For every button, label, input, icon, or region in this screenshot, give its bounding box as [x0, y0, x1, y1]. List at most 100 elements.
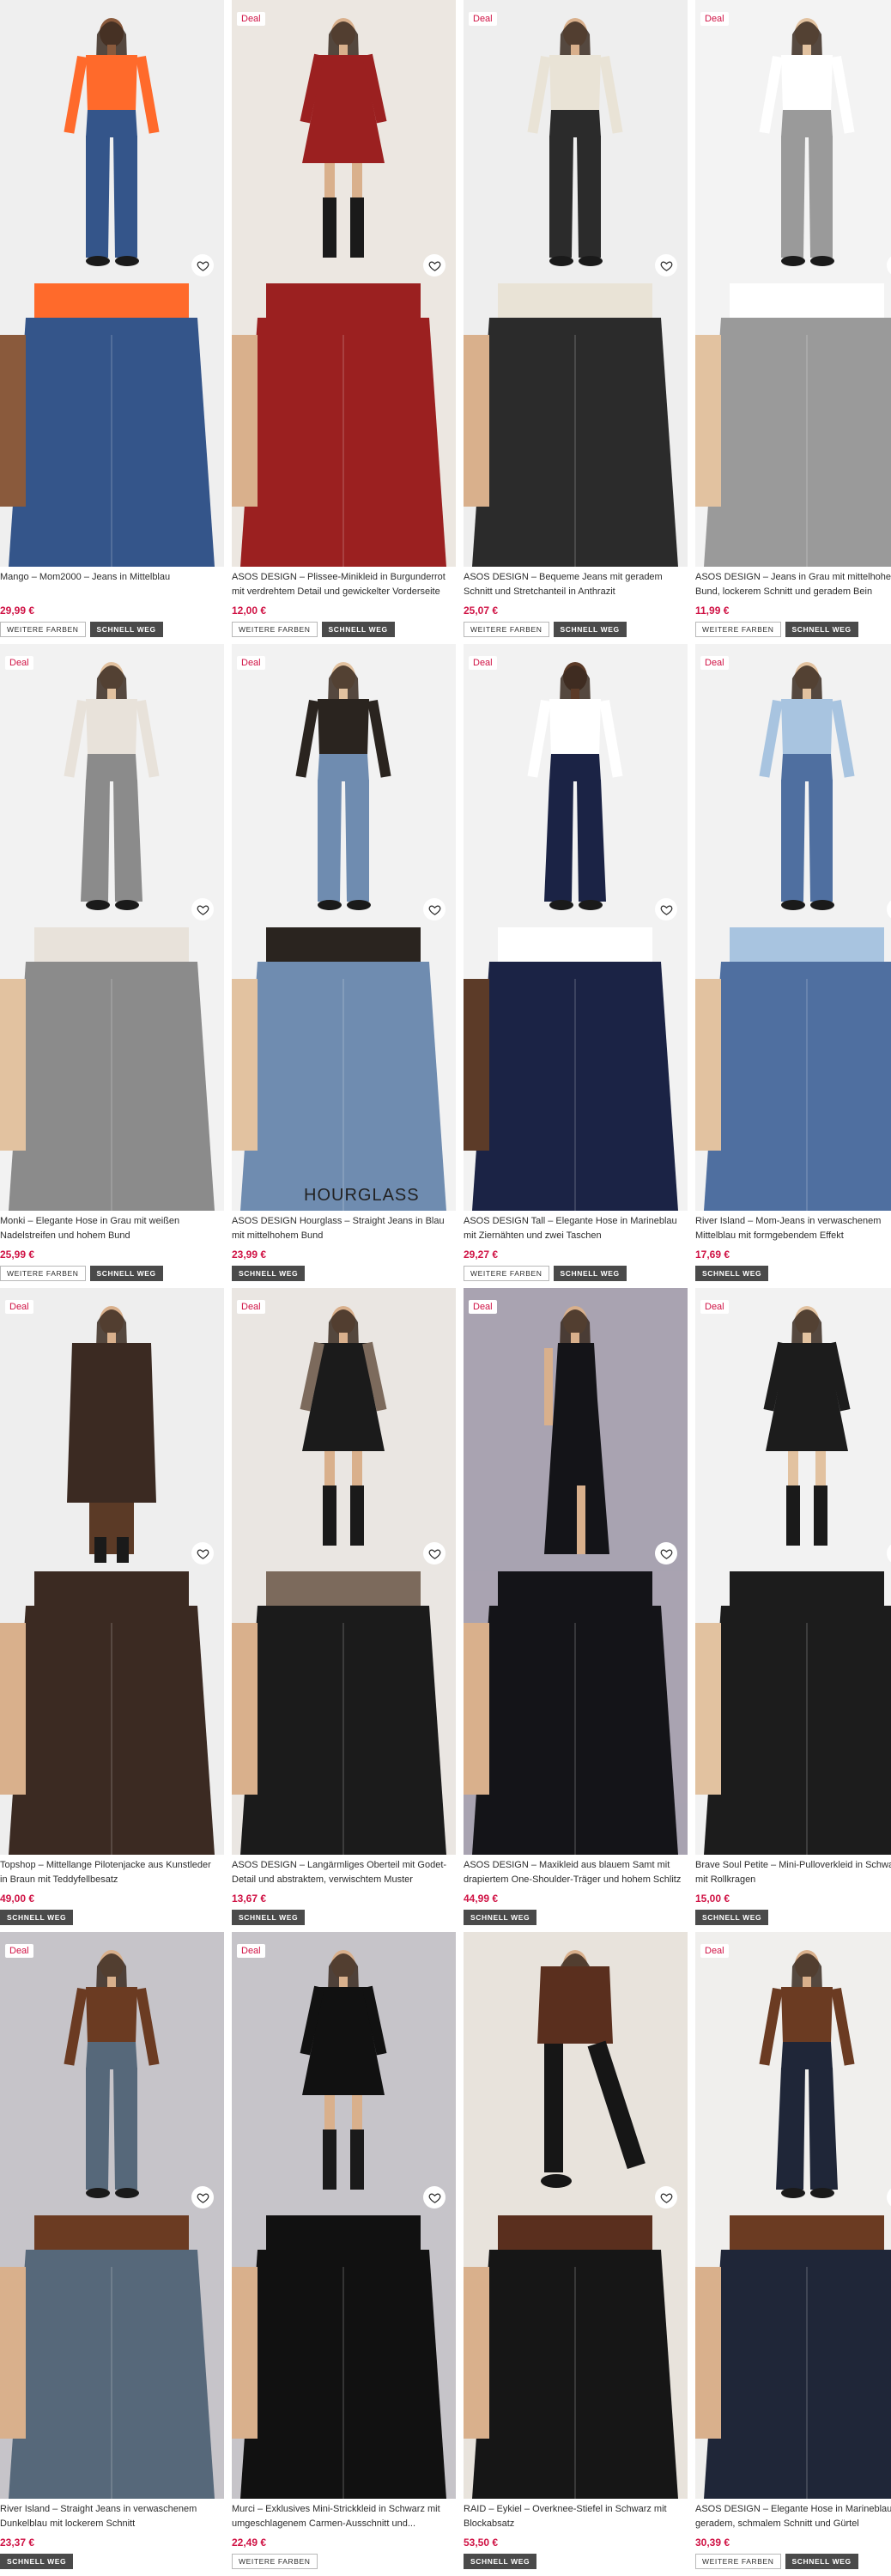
product-card-8[interactable]: Deal River Island – Mom-Jeans in verwasc… — [695, 644, 891, 1281]
save-to-wishlist-button[interactable] — [423, 898, 446, 920]
product-card-9[interactable]: Deal Topshop – Mittellange Pilotenjacke … — [0, 1288, 224, 1925]
save-to-wishlist-button[interactable] — [423, 1542, 446, 1564]
product-photo — [0, 644, 224, 927]
product-image-main[interactable]: Deal — [464, 0, 688, 283]
product-image-main[interactable]: Deal — [464, 644, 688, 927]
product-title[interactable]: Topshop – Mittellange Pilotenjacke aus K… — [0, 1858, 224, 1887]
product-price: 23,99 € — [232, 1249, 267, 1261]
product-image-main[interactable]: Deal — [695, 644, 891, 927]
product-title[interactable]: RAID – Eykiel – Overknee-Stiefel in Schw… — [464, 2502, 688, 2531]
tag-more-colors: WEITERE FARBEN — [232, 2554, 318, 2569]
product-image-main[interactable] — [464, 1932, 688, 2215]
product-card-13[interactable]: Deal River Island – Straight Jeans in ve… — [0, 1932, 224, 2569]
product-price: 25,99 € — [0, 1249, 35, 1261]
save-to-wishlist-button[interactable] — [423, 2186, 446, 2208]
product-card-6[interactable]: Deal HOURGLASS ASOS DESIGN Hourglass – S… — [232, 644, 456, 1281]
product-title[interactable]: ASOS DESIGN Hourglass – Straight Jeans i… — [232, 1214, 456, 1243]
product-title[interactable]: Monki – Elegante Hose in Grau mit weißen… — [0, 1214, 224, 1243]
product-image-alt[interactable] — [0, 2215, 224, 2499]
tag-fast-selling: SCHNELL WEG — [89, 622, 163, 637]
product-card-4[interactable]: Deal ASOS DESIGN – Jeans in Grau mit mit… — [695, 0, 891, 637]
save-to-wishlist-button[interactable] — [655, 2186, 677, 2208]
save-to-wishlist-button[interactable] — [191, 254, 214, 276]
product-image-alt[interactable] — [695, 927, 891, 1211]
product-title[interactable]: ASOS DESIGN – Bequeme Jeans mit geradem … — [464, 570, 688, 599]
save-to-wishlist-button[interactable] — [423, 254, 446, 276]
product-title[interactable]: ASOS DESIGN – Maxikleid aus blauem Samt … — [464, 1858, 688, 1887]
tag-more-colors: WEITERE FARBEN — [0, 1266, 86, 1281]
product-tags: SCHNELL WEG — [695, 1266, 891, 1281]
tag-more-colors: WEITERE FARBEN — [464, 1266, 549, 1281]
product-card-1[interactable]: Mango – Mom2000 – Jeans in Mittelblau 29… — [0, 0, 224, 637]
product-image-main[interactable]: Deal — [695, 1932, 891, 2215]
product-photo — [695, 1932, 891, 2215]
product-image-main[interactable]: Deal — [0, 644, 224, 927]
product-image-alt[interactable] — [0, 283, 224, 567]
product-card-10[interactable]: Deal ASOS DESIGN – Langärmliges Oberteil… — [232, 1288, 456, 1925]
deal-badge: Deal — [237, 1300, 265, 1314]
tag-fast-selling: SCHNELL WEG — [232, 1266, 306, 1281]
save-to-wishlist-button[interactable] — [655, 1542, 677, 1564]
product-title[interactable]: ASOS DESIGN Tall – Elegante Hose in Mari… — [464, 1214, 688, 1243]
save-to-wishlist-button[interactable] — [655, 254, 677, 276]
product-image-main[interactable]: Deal — [695, 0, 891, 283]
product-tags: SCHNELL WEG — [464, 2554, 688, 2569]
tag-fast-selling: SCHNELL WEG — [785, 2554, 858, 2569]
product-image-alt[interactable] — [464, 2215, 688, 2499]
product-tags: WEITERE FARBEN SCHNELL WEG — [0, 1266, 224, 1281]
product-tags: SCHNELL WEG — [0, 1910, 224, 1925]
product-title[interactable]: Mango – Mom2000 – Jeans in Mittelblau — [0, 570, 224, 599]
product-title[interactable]: ASOS DESIGN – Jeans in Grau mit mittelho… — [695, 570, 891, 599]
product-photo-alt — [232, 1571, 456, 1855]
product-image-alt[interactable] — [464, 283, 688, 567]
product-title[interactable]: ASOS DESIGN – Elegante Hose in Marinebla… — [695, 2502, 891, 2531]
product-card-14[interactable]: Deal Murci – Exklusives Mini-Strickkleid… — [232, 1932, 456, 2569]
product-price: 13,67 € — [232, 1893, 267, 1905]
product-image-alt[interactable] — [232, 283, 456, 567]
product-title[interactable]: ASOS DESIGN – Plissee-Minikleid in Burgu… — [232, 570, 456, 599]
product-title[interactable]: ASOS DESIGN – Langärmliges Oberteil mit … — [232, 1858, 456, 1887]
product-photo — [0, 1288, 224, 1571]
product-card-11[interactable]: Deal ASOS DESIGN – Maxikleid aus blauem … — [464, 1288, 688, 1925]
product-card-3[interactable]: Deal ASOS DESIGN – Bequeme Jeans mit ger… — [464, 0, 688, 637]
product-photo — [464, 1288, 688, 1571]
product-card-5[interactable]: Deal Monki – Elegante Hose in Grau mit w… — [0, 644, 224, 1281]
product-image-alt[interactable] — [0, 1571, 224, 1855]
product-title[interactable]: Brave Soul Petite – Mini-Pulloverkleid i… — [695, 1858, 891, 1887]
product-image-alt[interactable] — [232, 1571, 456, 1855]
product-image-main[interactable]: Deal — [464, 1288, 688, 1571]
save-to-wishlist-button[interactable] — [655, 898, 677, 920]
save-to-wishlist-button[interactable] — [191, 898, 214, 920]
product-image-alt[interactable] — [232, 2215, 456, 2499]
product-card-16[interactable]: Deal ASOS DESIGN – Elegante Hose in Mari… — [695, 1932, 891, 2569]
product-image-main[interactable]: Deal — [0, 1288, 224, 1571]
product-image-alt[interactable] — [464, 927, 688, 1211]
product-card-7[interactable]: Deal ASOS DESIGN Tall – Elegante Hose in… — [464, 644, 688, 1281]
product-title[interactable]: River Island – Straight Jeans in verwasc… — [0, 2502, 224, 2531]
heart-icon — [428, 1548, 440, 1559]
product-image-main[interactable]: Deal — [0, 1932, 224, 2215]
product-image-alt[interactable] — [0, 927, 224, 1211]
product-price: 30,39 € — [695, 2537, 730, 2549]
product-image-alt[interactable] — [464, 1571, 688, 1855]
product-image-main[interactable]: Deal — [695, 1288, 891, 1571]
product-image-main[interactable] — [0, 0, 224, 283]
product-card-2[interactable]: Deal ASOS DESIGN – Plissee-Minikleid in … — [232, 0, 456, 637]
product-image-main[interactable]: Deal — [232, 644, 456, 927]
save-to-wishlist-button[interactable] — [191, 1542, 214, 1564]
product-title[interactable]: Murci – Exklusives Mini-Strickkleid in S… — [232, 2502, 456, 2531]
save-to-wishlist-button[interactable] — [191, 2186, 214, 2208]
product-title[interactable]: River Island – Mom-Jeans in verwaschenem… — [695, 1214, 891, 1243]
product-photo-alt — [232, 283, 456, 567]
product-card-15[interactable]: RAID – Eykiel – Overknee-Stiefel in Schw… — [464, 1932, 688, 2569]
product-price: 12,00 € — [232, 605, 267, 617]
product-image-main[interactable]: Deal — [232, 0, 456, 283]
product-photo — [464, 644, 688, 927]
product-image-alt[interactable] — [695, 2215, 891, 2499]
product-image-alt[interactable] — [695, 1571, 891, 1855]
product-card-12[interactable]: Deal Brave Soul Petite – Mini-Pulloverkl… — [695, 1288, 891, 1925]
product-image-alt[interactable]: HOURGLASS — [232, 927, 456, 1211]
product-image-main[interactable]: Deal — [232, 1288, 456, 1571]
product-image-alt[interactable] — [695, 283, 891, 567]
product-image-main[interactable]: Deal — [232, 1932, 456, 2215]
